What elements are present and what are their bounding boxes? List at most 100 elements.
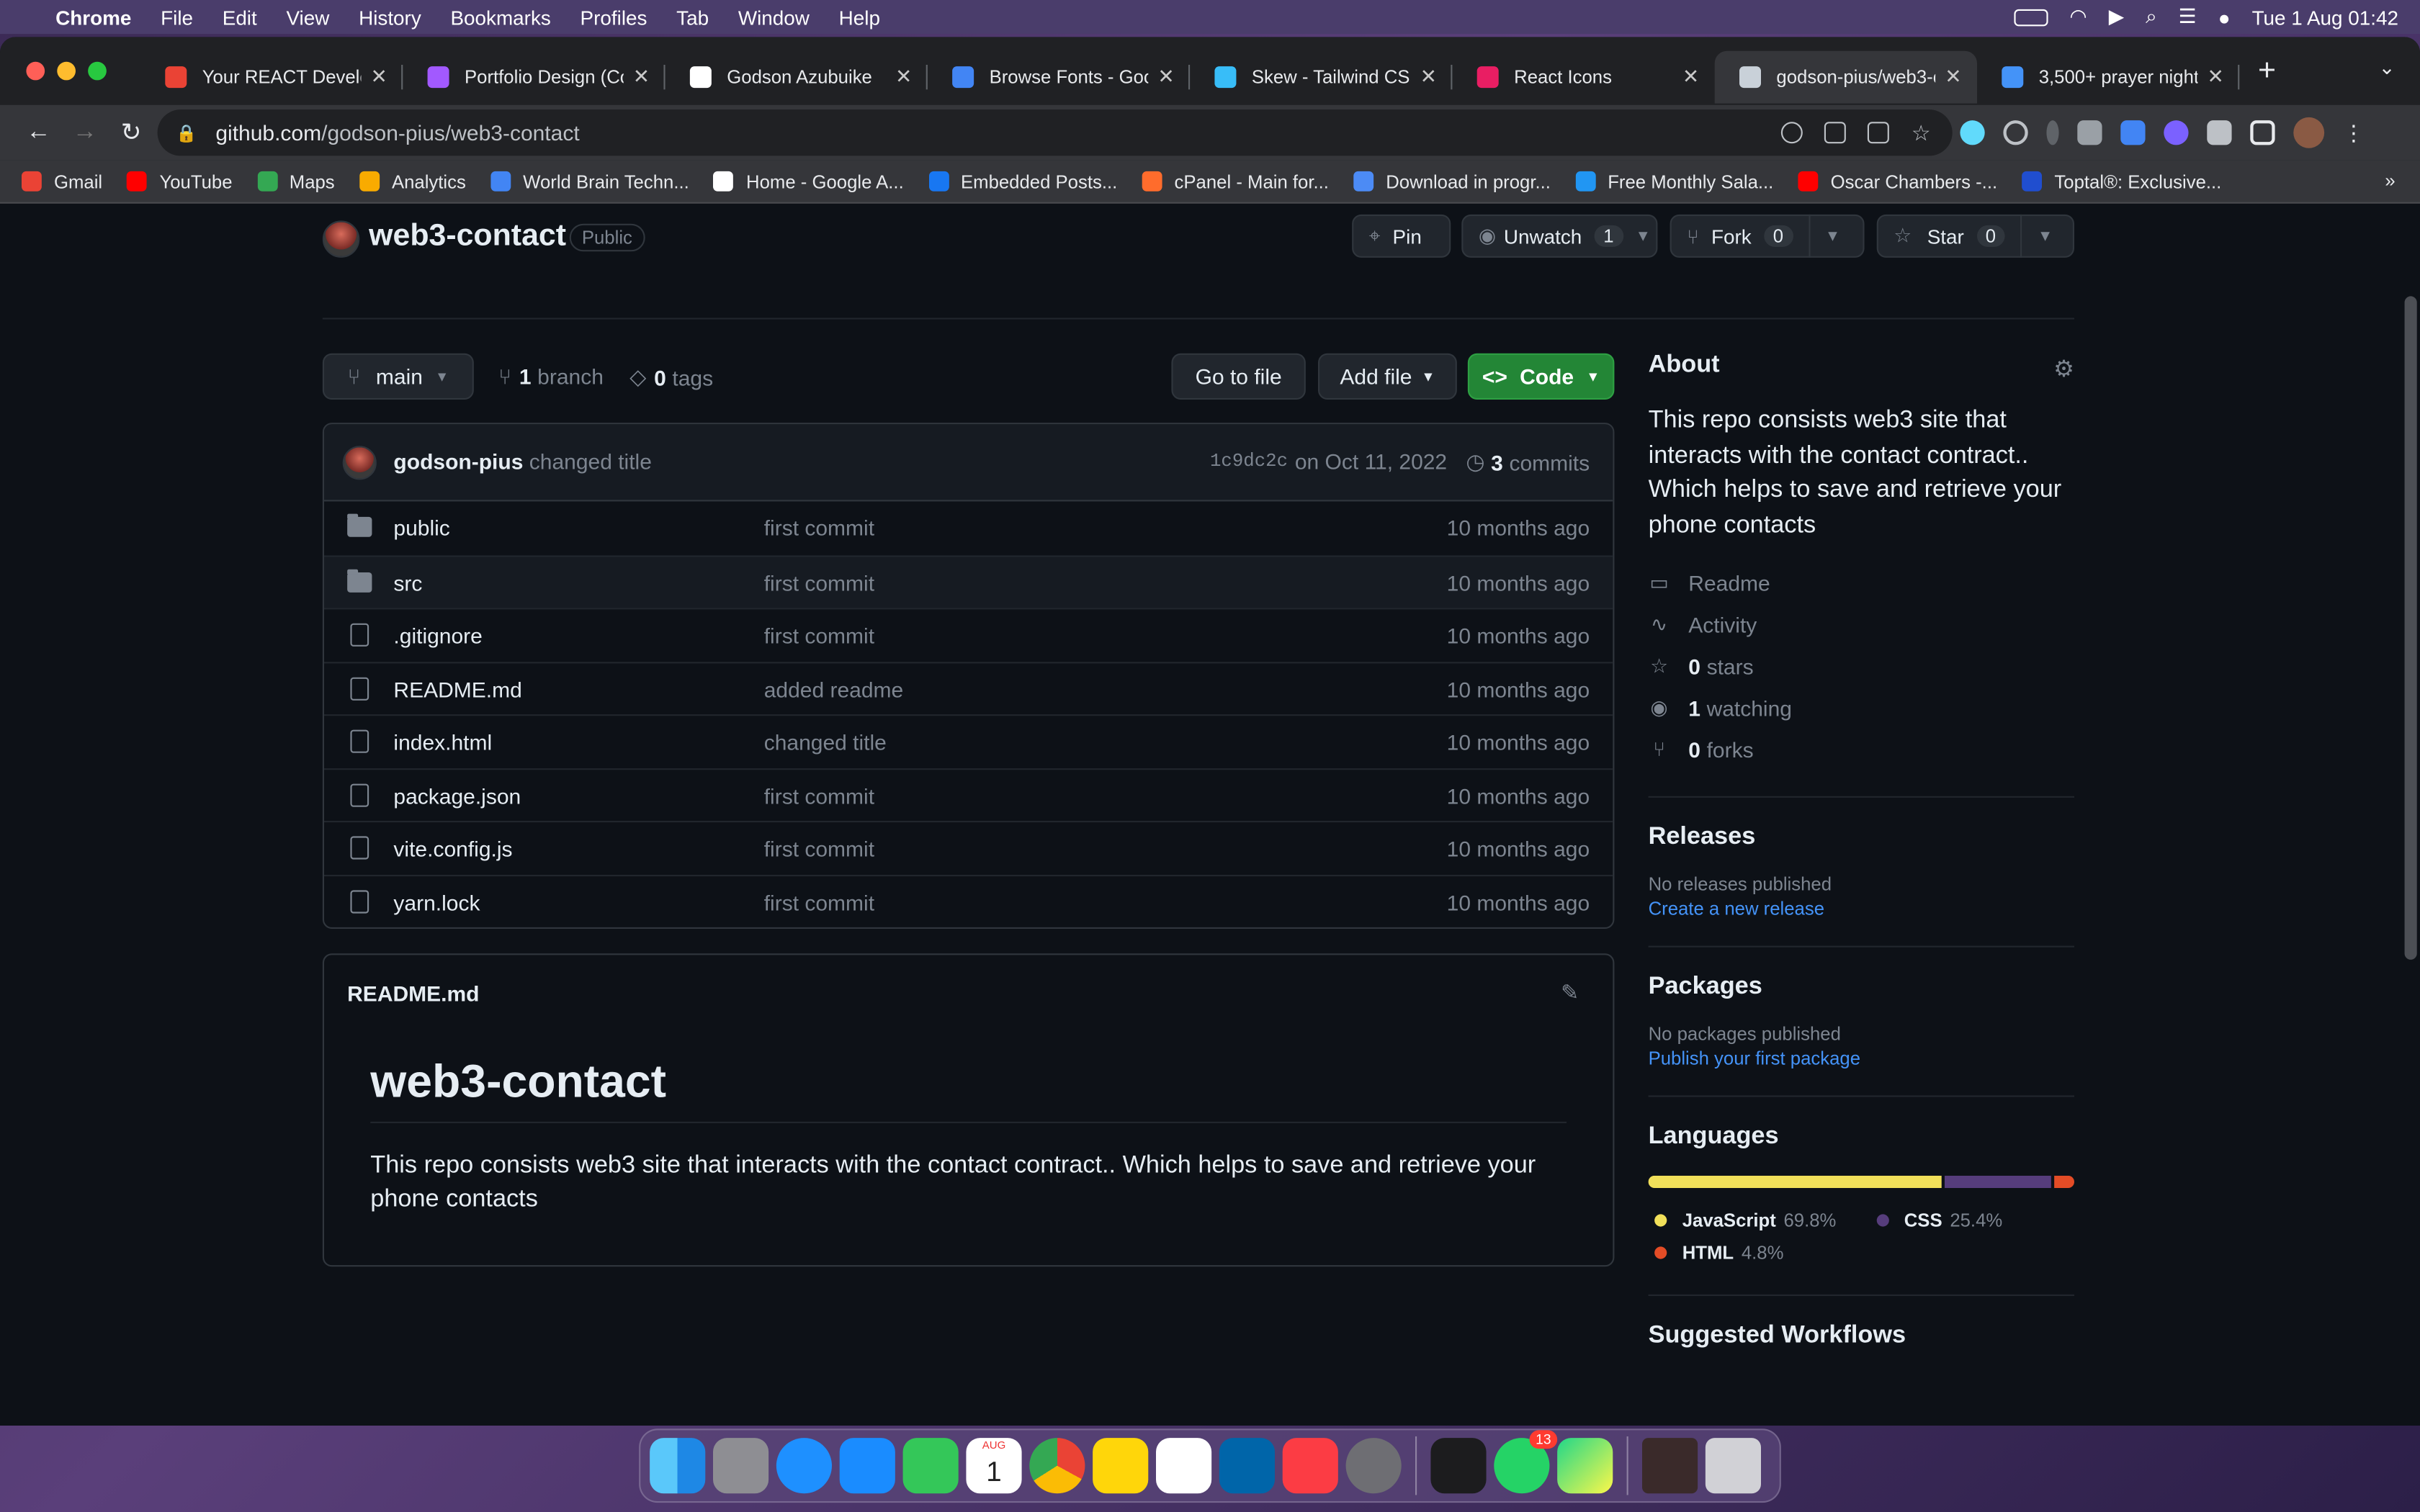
file-name[interactable]: README.md [393, 677, 521, 701]
browser-tab[interactable]: Portfolio Design (Community) ✕ [403, 51, 666, 104]
file-name[interactable]: package.json [393, 783, 521, 808]
tags-link[interactable]: ◇ 0 tags [629, 364, 713, 390]
commit-author-avatar[interactable] [342, 446, 377, 480]
share-icon[interactable] [1868, 122, 1890, 144]
file-commit-message[interactable]: added readme [764, 677, 903, 701]
file-row[interactable]: .gitignore first commit 10 months ago [324, 608, 1613, 661]
file-name[interactable]: src [393, 570, 422, 595]
commit-message[interactable]: changed title [529, 449, 652, 474]
lock-icon[interactable]: 🔒 [176, 122, 197, 143]
side-panel-icon[interactable] [2250, 120, 2275, 145]
menu-history[interactable]: History [359, 6, 421, 29]
readme-filename[interactable]: README.md [347, 981, 479, 1006]
page-scrollbar[interactable] [2404, 296, 2417, 960]
file-row[interactable]: package.json first commit 10 months ago [324, 768, 1613, 821]
menu-bookmarks[interactable]: Bookmarks [450, 6, 550, 29]
unwatch-chevron-icon[interactable]: ▼ [1636, 228, 1651, 245]
back-arrow-icon[interactable]: ← [15, 119, 61, 147]
language-item[interactable]: CSS 25.4% [1876, 1203, 2002, 1236]
menu-help[interactable]: Help [839, 6, 880, 29]
bookmark-item[interactable]: Maps [256, 171, 335, 192]
tab-close-icon[interactable]: ✕ [1945, 65, 1961, 89]
minimize-window-button[interactable] [57, 61, 76, 81]
menu-app-name[interactable]: Chrome [55, 6, 131, 29]
new-tab-button[interactable]: + [2258, 53, 2276, 89]
tab-close-icon[interactable]: ✕ [1682, 65, 1699, 89]
install-icon[interactable] [1824, 122, 1847, 144]
extension-target-icon[interactable] [2003, 120, 2028, 145]
browser-tab[interactable]: Skew - Tailwind CSS ✕ [1190, 51, 1453, 104]
tab-close-icon[interactable]: ✕ [1157, 65, 1174, 89]
google-lens-icon[interactable] [1781, 122, 1803, 144]
bookmark-item[interactable]: Gmail [22, 171, 102, 192]
add-file-button[interactable]: Add file ▼ [1318, 353, 1457, 400]
publish-package-link[interactable]: Publish your first package [1649, 1048, 2074, 1069]
vscode-icon[interactable] [1219, 1438, 1275, 1494]
tab-close-icon[interactable]: ✕ [2207, 65, 2223, 89]
bookmark-item[interactable]: Embedded Posts... [928, 171, 1117, 192]
app-store-icon[interactable] [839, 1438, 895, 1494]
bookmark-item[interactable]: Free Monthly Sala... [1575, 171, 1773, 192]
pin-button[interactable]: ⌖ Pin [1352, 214, 1451, 258]
file-commit-message[interactable]: first commit [764, 624, 874, 648]
extension-doc-icon[interactable] [2120, 120, 2146, 145]
reload-icon[interactable]: ↻ [108, 117, 154, 148]
extension-image-icon[interactable] [2077, 120, 2102, 145]
tab-search-chevron-icon[interactable]: ⌄ [2378, 55, 2395, 80]
star-button[interactable]: ☆ Star 0 ▼ [1876, 214, 2074, 258]
branches-link[interactable]: ⑂ 1 branch [498, 364, 604, 389]
about-item-stars[interactable]: ☆ 0 stars [1649, 645, 2074, 687]
forward-arrow-icon[interactable]: → [62, 119, 108, 147]
react-devtools-icon[interactable] [1960, 120, 1985, 145]
control-center-icon[interactable]: ☰ [2179, 4, 2197, 29]
file-name[interactable]: .gitignore [393, 624, 482, 648]
file-commit-message[interactable]: first commit [764, 889, 874, 914]
go-to-file-button[interactable]: Go to file [1171, 353, 1306, 400]
tab-close-icon[interactable]: ✕ [1420, 65, 1437, 89]
create-release-link[interactable]: Create a new release [1649, 898, 2074, 919]
tab-close-icon[interactable]: ✕ [895, 65, 912, 89]
extension-gear-icon[interactable] [2164, 120, 2189, 145]
menu-view[interactable]: View [286, 6, 329, 29]
bookmarks-overflow-icon[interactable]: » [2385, 170, 2395, 192]
play-icon[interactable]: ▶ [2109, 4, 2124, 29]
extension-dot-icon[interactable] [2046, 120, 2059, 145]
repo-name[interactable]: web3-contact [369, 219, 566, 254]
about-item-watching[interactable]: ◉ 1 watching [1649, 687, 2074, 729]
menu-window[interactable]: Window [738, 6, 810, 29]
search-icon[interactable]: ⌕ [2146, 4, 2157, 29]
owner-avatar[interactable] [322, 220, 360, 258]
freeform-icon[interactable] [1156, 1438, 1212, 1494]
file-row[interactable]: index.html changed title 10 months ago [324, 714, 1613, 768]
bookmark-item[interactable]: Analytics [359, 171, 466, 192]
file-name[interactable]: index.html [393, 730, 492, 755]
calendar-icon[interactable]: AUG 1 [966, 1438, 1022, 1494]
address-bar[interactable]: 🔒 github.com/godson-pius/web3-contact ☆ [157, 109, 1953, 156]
terminal-icon[interactable] [1430, 1438, 1487, 1494]
bookmark-item[interactable]: World Brain Techn... [490, 171, 689, 192]
file-row[interactable]: vite.config.js first commit 10 months ago [324, 821, 1613, 874]
menu-clock[interactable]: Tue 1 Aug 01:42 [2252, 6, 2398, 29]
file-name[interactable]: vite.config.js [393, 836, 512, 860]
tab-close-icon[interactable]: ✕ [633, 65, 650, 89]
zoom-window-button[interactable] [88, 61, 107, 81]
siri-icon[interactable]: ● [2218, 6, 2231, 29]
gear-icon[interactable]: ⚙ [2053, 355, 2074, 382]
file-name[interactable]: yarn.lock [393, 889, 480, 914]
releases-title[interactable]: Releases [1649, 824, 2074, 852]
commit-author-name[interactable]: godson-pius [393, 449, 523, 474]
messages-icon[interactable] [902, 1438, 959, 1494]
close-window-button[interactable] [26, 61, 45, 81]
menu-file[interactable]: File [161, 6, 193, 29]
finder-icon[interactable] [650, 1438, 706, 1494]
commit-hash[interactable]: 1c9dc2c [1210, 451, 1288, 472]
browser-tab[interactable]: React Icons ✕ [1452, 51, 1714, 104]
browser-tab[interactable]: 3,500+ prayer night ✕ [1977, 51, 2240, 104]
bookmark-item[interactable]: Oscar Chambers -... [1798, 171, 1997, 192]
chrome-icon[interactable] [1029, 1438, 1085, 1494]
menu-edit[interactable]: Edit [223, 6, 257, 29]
launchpad-icon[interactable] [712, 1438, 769, 1494]
tab-close-icon[interactable]: ✕ [370, 65, 387, 89]
wifi-icon[interactable]: ◠ [2069, 4, 2087, 29]
code-button[interactable]: <> Code ▼ [1467, 353, 1615, 400]
